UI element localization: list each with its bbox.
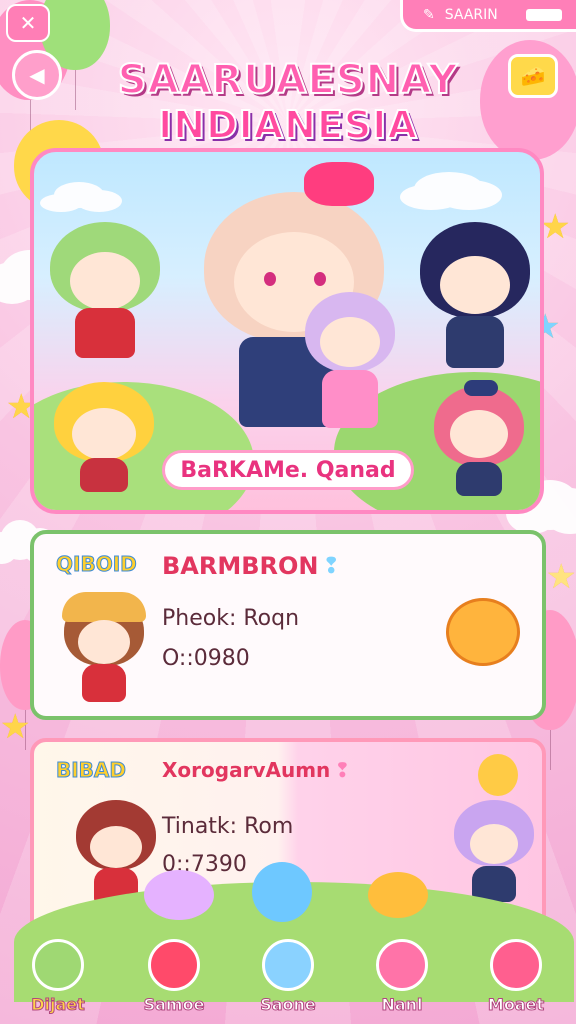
card-tag: QIBOID: [56, 552, 138, 577]
card-info-line: Pheok: Roqn: [162, 606, 300, 631]
sparkle-icon: ❢: [334, 758, 351, 782]
nav-item-dijaet[interactable]: Dijaet: [8, 939, 108, 1015]
ribbon-icon: [464, 380, 498, 396]
stage-card-1[interactable]: QIBOID BARMBRON ❢ Pheok: Roqn O::0980: [30, 530, 546, 720]
bubble-icon: [262, 939, 314, 991]
nav-label: Nanl: [381, 995, 423, 1015]
hero-panel[interactable]: BaRKAMe. Qanad: [30, 148, 544, 514]
hero-label: BaRKAMe. Qanad: [162, 450, 414, 490]
hat-icon: [62, 592, 146, 622]
menu-pill[interactable]: ✎ SAARIN: [400, 0, 576, 32]
redhair-character: [434, 380, 524, 498]
bottom-nav: Dijaet Samoe Saone Nanl Moaet: [0, 932, 576, 1024]
nav-item-nanl[interactable]: Nanl: [352, 939, 452, 1015]
close-icon: ✕: [19, 11, 37, 35]
orange-blob-icon: [368, 872, 428, 918]
lollipops-icon: [376, 939, 428, 991]
close-button[interactable]: ✕: [6, 4, 50, 42]
card-score-line: O::0980: [162, 646, 250, 671]
pink-blob-icon: [144, 870, 214, 920]
heart-balloon-icon: [478, 754, 518, 796]
stage-card-2[interactable]: BIBAD XorogarvAumn ❢ Tinatk: Rom 0::7390: [14, 738, 574, 1002]
bone-icon: ✎: [423, 6, 435, 23]
sparkle-icon: ❢: [322, 554, 341, 579]
card-tag: BIBAD: [55, 758, 127, 783]
nav-label: Samoe: [143, 995, 205, 1015]
game-title: SAARUAESNAY INDIANESIA: [0, 57, 576, 147]
flower-icon: [490, 939, 542, 991]
title-line-1: SAARUAESNAY: [117, 57, 459, 103]
nav-item-saone[interactable]: Saone: [238, 939, 338, 1015]
card-info-line: Tinatk: Rom: [162, 814, 294, 839]
purple-character: [454, 800, 534, 904]
title-line-2: INDIANESIA: [157, 103, 418, 147]
microphone-icon: [32, 939, 84, 991]
pink-character: [300, 292, 400, 432]
top-bar: ✕ ✎ SAARIN: [0, 0, 576, 42]
navy-character: [420, 222, 530, 372]
yellow-character: [54, 382, 154, 492]
menu-label: SAARIN: [444, 6, 498, 23]
star-icon: ★: [540, 207, 571, 247]
star-icon: ★: [0, 707, 31, 747]
nav-label: Moaet: [487, 995, 545, 1015]
nav-label: Dijaet: [31, 995, 86, 1015]
card-character: [62, 592, 146, 704]
star-icon: ★: [546, 557, 576, 597]
nav-label: Saone: [260, 995, 317, 1015]
orange-blob-icon: [446, 598, 520, 666]
cloud: [414, 172, 484, 206]
nav-item-samoe[interactable]: Samoe: [124, 939, 224, 1015]
blue-blob-icon: [252, 862, 312, 922]
menu-bar: [526, 8, 562, 21]
card-title: XorogarvAumn: [162, 758, 331, 782]
cloud: [54, 182, 104, 208]
card-title: BARMBRON: [162, 552, 319, 580]
nav-item-moaet[interactable]: Moaet: [466, 939, 566, 1015]
green-character: [50, 212, 160, 362]
heart-balloon-icon: [148, 939, 200, 991]
bow-icon: [304, 162, 374, 206]
